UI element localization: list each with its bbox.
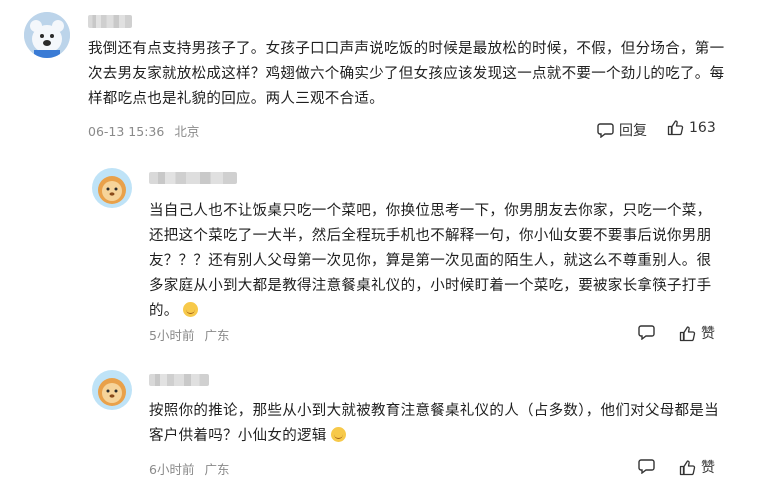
comment-location: 广东 — [204, 462, 230, 477]
reply-button[interactable] — [638, 324, 655, 340]
like-label: 赞 — [701, 326, 715, 342]
reply-button[interactable]: 回复 — [597, 120, 647, 140]
comment-bubble-icon — [638, 325, 655, 340]
comment-text: 当自己人也不让饭桌只吃一个菜吧，你换位思考一下，你男朋友去你家，只吃一个菜，还把… — [149, 199, 721, 324]
like-button[interactable]: 赞 — [679, 457, 715, 477]
comment-location: 广东 — [204, 328, 230, 343]
comment-body: 按照你的推论，那些从小到大就被教育注意餐桌礼仪的人（占多数），他们对父母都是当客… — [149, 403, 719, 444]
reply-label: 回复 — [619, 123, 647, 139]
lion-avatar-icon — [92, 168, 132, 208]
comment-meta: 06-13 15:36 北京 — [88, 121, 205, 140]
avatar[interactable] — [92, 370, 132, 410]
like-count: 163 — [689, 119, 716, 136]
comment-bubble-icon — [638, 459, 655, 474]
thumbs-up-icon — [667, 120, 684, 136]
username-redacted[interactable] — [88, 15, 132, 28]
avatar[interactable] — [24, 12, 70, 58]
comment-meta: 5小时前 广东 — [149, 325, 235, 344]
comment-meta: 6小时前 广东 — [149, 459, 235, 478]
thumbs-up-icon — [679, 459, 696, 475]
smile-emoji-icon — [330, 427, 346, 442]
comment-date: 5小时前 — [149, 328, 195, 343]
avatar[interactable] — [92, 168, 132, 208]
reply-button[interactable] — [638, 458, 655, 474]
comment-bubble-icon — [597, 123, 614, 138]
username-redacted[interactable] — [149, 374, 209, 386]
comment-text: 按照你的推论，那些从小到大就被教育注意餐桌礼仪的人（占多数），他们对父母都是当客… — [149, 399, 729, 449]
lion-avatar-icon — [92, 370, 132, 410]
username-redacted[interactable] — [149, 172, 237, 184]
like-button[interactable]: 163 — [667, 119, 716, 136]
like-label: 赞 — [701, 460, 715, 476]
bear-avatar-icon — [24, 12, 70, 58]
comment-body: 当自己人也不让饭桌只吃一个菜吧，你换位思考一下，你男朋友去你家，只吃一个菜，还把… — [149, 203, 712, 319]
thumbs-up-icon — [679, 325, 696, 341]
comment-date: 6小时前 — [149, 462, 195, 477]
comment-text: 我倒还有点支持男孩子了。女孩子口口声声说吃饭的时候是最放松的时候，不假，但分场合… — [88, 41, 725, 107]
smile-emoji-icon — [182, 302, 198, 317]
comment-date: 06-13 15:36 — [88, 124, 165, 139]
like-button[interactable]: 赞 — [679, 323, 715, 343]
comment-location: 北京 — [174, 124, 200, 139]
